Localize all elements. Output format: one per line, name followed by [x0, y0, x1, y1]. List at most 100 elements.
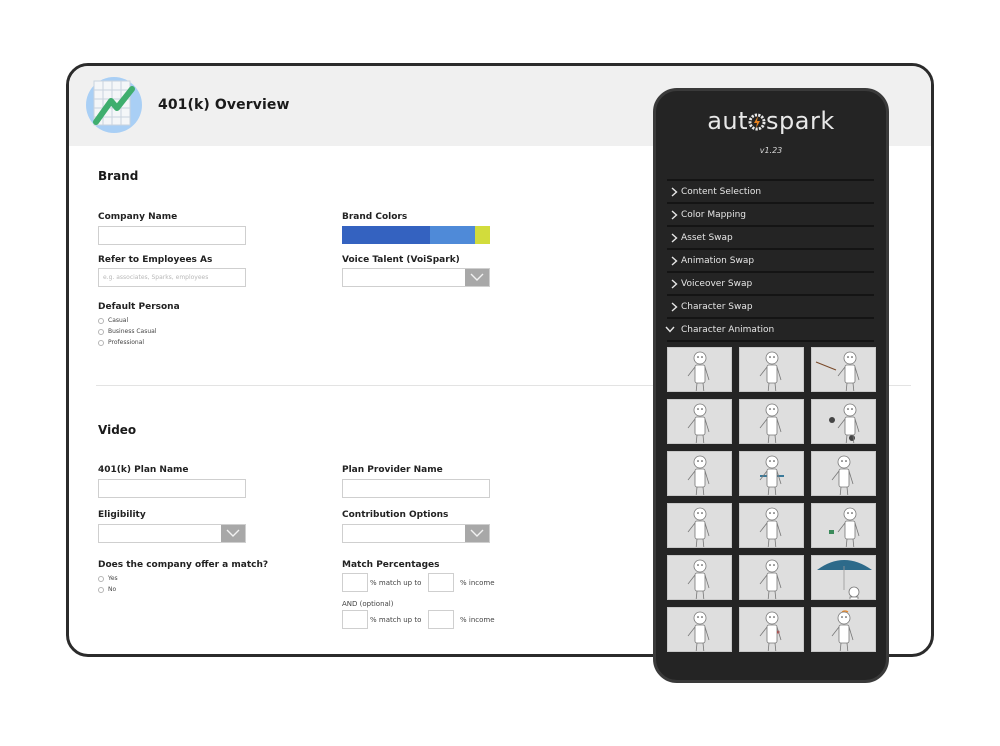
contribution-options-select[interactable]	[342, 524, 490, 543]
animation-thumbnail-confused[interactable]	[811, 607, 876, 652]
spark-gear-icon	[748, 113, 766, 131]
menu-item-label: Character Animation	[681, 324, 775, 335]
match-percent-input-2[interactable]	[342, 610, 368, 629]
default-persona-label: Default Persona	[98, 302, 180, 312]
animation-thumbnail-hand-money[interactable]	[811, 503, 876, 548]
dropdown-toggle[interactable]	[465, 269, 489, 286]
animation-thumbnail-dumbbells[interactable]	[811, 399, 876, 444]
character-figure-icon	[759, 559, 782, 599]
menu-item-animation-swap[interactable]: Animation Swap	[667, 250, 874, 273]
animation-thumbnail-standing[interactable]	[667, 555, 732, 600]
company-name-label: Company Name	[98, 212, 178, 222]
persona-option-business-casual[interactable]: Business Casual	[98, 328, 157, 335]
brand-colors-bar[interactable]	[342, 226, 490, 244]
income-text: % income	[460, 616, 495, 624]
animation-thumbnail-umbrella[interactable]	[811, 555, 876, 600]
menu-item-label: Character Swap	[681, 301, 753, 312]
offer-match-option-no[interactable]: No	[98, 586, 116, 593]
menu-item-character-animation[interactable]: Character Animation	[665, 319, 874, 342]
character-figure-icon	[687, 351, 710, 391]
radio-button[interactable]	[98, 339, 104, 346]
character-animation-grid	[667, 347, 877, 652]
growth-chart-icon	[86, 77, 142, 133]
persona-option-professional[interactable]: Professional	[98, 339, 144, 346]
radio-button[interactable]	[98, 586, 104, 593]
animation-thumbnail-binoculars[interactable]	[739, 503, 804, 548]
match-percent-input-1[interactable]	[342, 573, 368, 592]
plan-name-label: 401(k) Plan Name	[98, 465, 189, 475]
character-figure-icon	[759, 403, 782, 443]
character-figure-icon	[829, 507, 860, 547]
animation-thumbnail-business-wave[interactable]	[739, 607, 804, 652]
video-section-title: Video	[98, 423, 137, 437]
chevron-right-icon	[667, 186, 681, 197]
panel-menu: Content Selection Color Mapping Asset Swap…	[665, 179, 874, 342]
refer-employees-input[interactable]	[98, 268, 246, 287]
menu-item-label: Asset Swap	[681, 232, 733, 243]
character-figure-icon	[829, 403, 860, 443]
character-figure-icon	[831, 455, 854, 495]
radio-button[interactable]	[98, 317, 104, 324]
plan-provider-input[interactable]	[342, 479, 490, 498]
animation-thumbnail-jump-rope[interactable]	[739, 451, 804, 496]
offer-match-option-yes[interactable]: Yes	[98, 575, 118, 582]
chevron-right-icon	[667, 209, 681, 220]
character-figure-icon	[759, 455, 784, 495]
match-percentages-label: Match Percentages	[342, 560, 440, 570]
animation-thumbnail-check-watch[interactable]	[667, 503, 732, 548]
menu-item-character-swap[interactable]: Character Swap	[667, 296, 874, 319]
income-percent-input-2[interactable]	[428, 610, 454, 629]
character-figure-icon	[759, 351, 782, 391]
character-figure-icon	[687, 507, 710, 547]
chevron-right-icon	[667, 255, 681, 266]
chevron-right-icon	[667, 232, 681, 243]
character-figure-icon	[831, 610, 854, 651]
menu-item-content-selection[interactable]: Content Selection	[667, 181, 874, 204]
radio-button[interactable]	[98, 575, 104, 582]
menu-item-color-mapping[interactable]: Color Mapping	[667, 204, 874, 227]
animation-thumbnail-pointer-stick[interactable]	[811, 347, 876, 392]
autospark-logo: aut spark	[707, 107, 835, 135]
offer-match-label: Does the company offer a match?	[98, 560, 269, 570]
animation-thumbnail-phone-call[interactable]	[739, 399, 804, 444]
animation-thumbnail-walking[interactable]	[739, 555, 804, 600]
menu-item-asset-swap[interactable]: Asset Swap	[667, 227, 874, 250]
brand-section-title: Brand	[98, 169, 139, 183]
eligibility-select[interactable]	[98, 524, 246, 543]
radio-button[interactable]	[98, 328, 104, 335]
dropdown-toggle[interactable]	[465, 525, 489, 542]
contribution-options-label: Contribution Options	[342, 510, 449, 520]
dropdown-toggle[interactable]	[221, 525, 245, 542]
character-figure-icon	[687, 403, 710, 443]
brand-colors-label: Brand Colors	[342, 212, 408, 222]
persona-option-casual[interactable]: Casual	[98, 317, 128, 324]
match-up-to-text: % match up to	[370, 579, 422, 587]
character-figure-icon	[759, 507, 782, 547]
character-figure-icon	[687, 455, 710, 495]
animation-thumbnail-thinking[interactable]	[667, 451, 732, 496]
character-figure-icon	[815, 351, 860, 391]
animation-thumbnail-wave-thumbs[interactable]	[667, 399, 732, 444]
animation-thumbnail-shrug[interactable]	[739, 347, 804, 392]
menu-item-label: Animation Swap	[681, 255, 755, 266]
match-up-to-text: % match up to	[370, 616, 422, 624]
menu-item-label: Color Mapping	[681, 209, 746, 220]
animation-thumbnail-glasses[interactable]	[811, 451, 876, 496]
brand-color-swatch-primary[interactable]	[342, 226, 430, 244]
voice-talent-select[interactable]	[342, 268, 490, 287]
chevron-down-icon	[470, 529, 484, 537]
company-name-input[interactable]	[98, 226, 246, 245]
brand-color-swatch-secondary[interactable]	[430, 226, 475, 244]
income-percent-input-1[interactable]	[428, 573, 454, 592]
character-figure-icon	[759, 611, 782, 651]
page-title: 401(k) Overview	[158, 97, 290, 113]
animation-thumbnail-surprised[interactable]	[667, 607, 732, 652]
plan-name-input[interactable]	[98, 479, 246, 498]
character-figure-icon	[687, 559, 710, 599]
income-text: % income	[460, 579, 495, 587]
menu-item-voiceover-swap[interactable]: Voiceover Swap	[667, 273, 874, 296]
brand-color-swatch-accent[interactable]	[475, 226, 490, 244]
version-label: v1.23	[759, 146, 783, 155]
eligibility-label: Eligibility	[98, 510, 146, 520]
animation-thumbnail-thumbs-up[interactable]	[667, 347, 732, 392]
